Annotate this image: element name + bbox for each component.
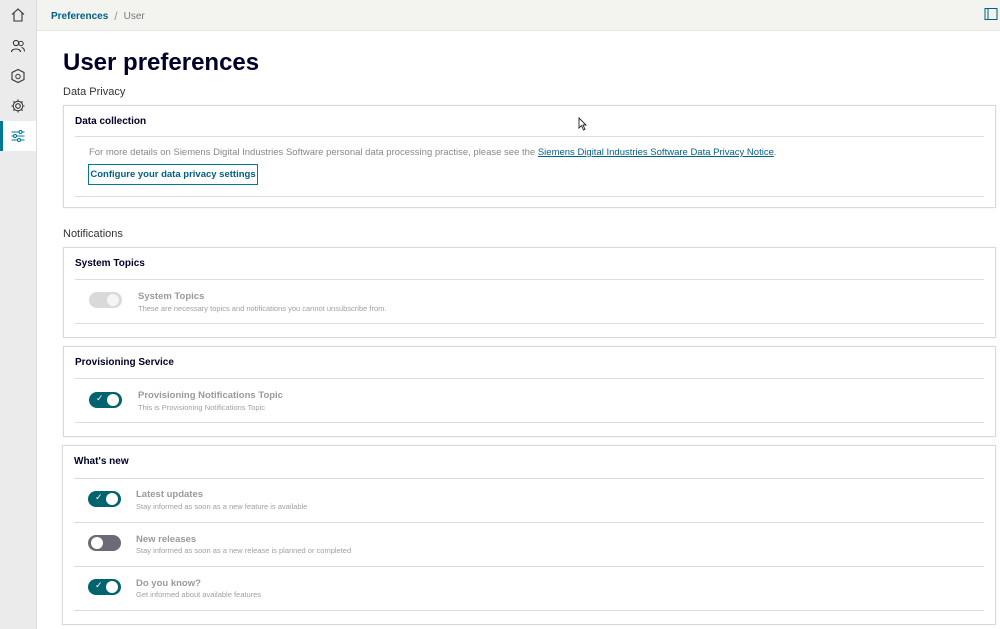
new-releases-toggle[interactable] <box>88 535 121 551</box>
gear-icon <box>11 99 25 113</box>
divider <box>75 378 984 379</box>
provisioning-item-title: Provisioning Notifications Topic <box>138 390 283 401</box>
system-topics-card: System Topics System Topics These are ne… <box>63 247 996 338</box>
mouse-pointer-icon <box>578 117 587 131</box>
main-content: User preferences Data Privacy Data colle… <box>37 31 1000 629</box>
system-topics-item-title: System Topics <box>138 291 205 302</box>
privacy-text: For more details on Siemens Digital Indu… <box>89 147 536 158</box>
new-releases-desc: Stay informed as soon as a new release i… <box>136 546 352 555</box>
system-topics-item-desc: These are necessary topics and notificat… <box>138 304 387 313</box>
provisioning-service-card: Provisioning Service ✓ Provisioning Noti… <box>63 346 996 437</box>
do-you-know-toggle[interactable]: ✓ <box>88 579 121 595</box>
privacy-link-suffix: . <box>773 147 777 158</box>
breadcrumb-current: User <box>123 10 145 22</box>
check-icon: ✓ <box>95 581 103 591</box>
whats-new-card: What's new ✓ Latest updates Stay informe… <box>62 445 996 625</box>
data-collection-title: Data collection <box>75 116 147 127</box>
home-icon <box>11 8 25 22</box>
latest-updates-title: Latest updates <box>136 489 204 500</box>
divider <box>75 196 984 197</box>
sidebar-item-home[interactable] <box>0 0 36 30</box>
latest-updates-desc: Stay informed as soon as a new feature i… <box>136 502 308 511</box>
whats-new-title: What's new <box>74 456 129 467</box>
app-root: Preferences / User User preferences Data… <box>0 0 1000 629</box>
breadcrumb-separator: / <box>114 9 118 23</box>
data-privacy-section-label: Data Privacy <box>63 86 126 98</box>
provisioning-item-desc: This is Provisioning Notifications Topic <box>138 403 265 412</box>
new-releases-title: New releases <box>136 534 197 545</box>
breadcrumb-preferences-link[interactable]: Preferences <box>51 11 108 22</box>
page-title: User preferences <box>63 49 260 76</box>
provisioning-service-title: Provisioning Service <box>75 357 174 368</box>
divider <box>74 610 984 611</box>
check-icon: ✓ <box>96 394 104 404</box>
divider <box>74 566 984 567</box>
system-topics-toggle <box>89 292 122 308</box>
sidebar-item-users[interactable] <box>0 31 36 61</box>
sidebar <box>0 0 37 629</box>
top-bar: Preferences / User <box>37 0 1000 31</box>
notifications-section-label: Notifications <box>63 228 123 240</box>
divider <box>75 279 984 280</box>
divider <box>74 478 984 479</box>
data-collection-card: Data collection For more details on Siem… <box>63 105 996 208</box>
toggle-knob <box>106 581 118 593</box>
package-settings-icon <box>11 68 25 84</box>
divider <box>75 136 984 137</box>
sidebar-item-settings[interactable] <box>0 91 36 121</box>
breadcrumb: Preferences / User <box>51 9 145 23</box>
do-you-know-desc: Get informed about available features <box>136 590 262 599</box>
system-topics-title: System Topics <box>75 258 145 269</box>
privacy-description: For more details on Siemens Digital Indu… <box>89 147 777 158</box>
latest-updates-toggle[interactable]: ✓ <box>88 491 121 507</box>
toggle-knob <box>107 394 119 406</box>
configure-privacy-button[interactable]: Configure your data privacy settings <box>88 164 258 185</box>
privacy-notice-link[interactable]: Siemens Digital Industries Software Data… <box>538 147 774 158</box>
toggle-knob <box>91 537 103 549</box>
sliders-icon <box>11 129 25 143</box>
do-you-know-title: Do you know? <box>136 578 201 589</box>
check-icon: ✓ <box>95 493 103 503</box>
users-icon <box>10 39 25 53</box>
toggle-knob <box>107 294 119 306</box>
toggle-knob <box>106 493 118 505</box>
sidebar-item-preferences[interactable] <box>0 121 36 151</box>
provisioning-notifications-toggle[interactable]: ✓ <box>89 392 122 408</box>
divider <box>74 522 984 523</box>
divider <box>75 422 984 423</box>
divider <box>75 323 984 324</box>
side-panel-icon[interactable] <box>984 7 998 21</box>
sidebar-item-packages[interactable] <box>0 61 36 91</box>
